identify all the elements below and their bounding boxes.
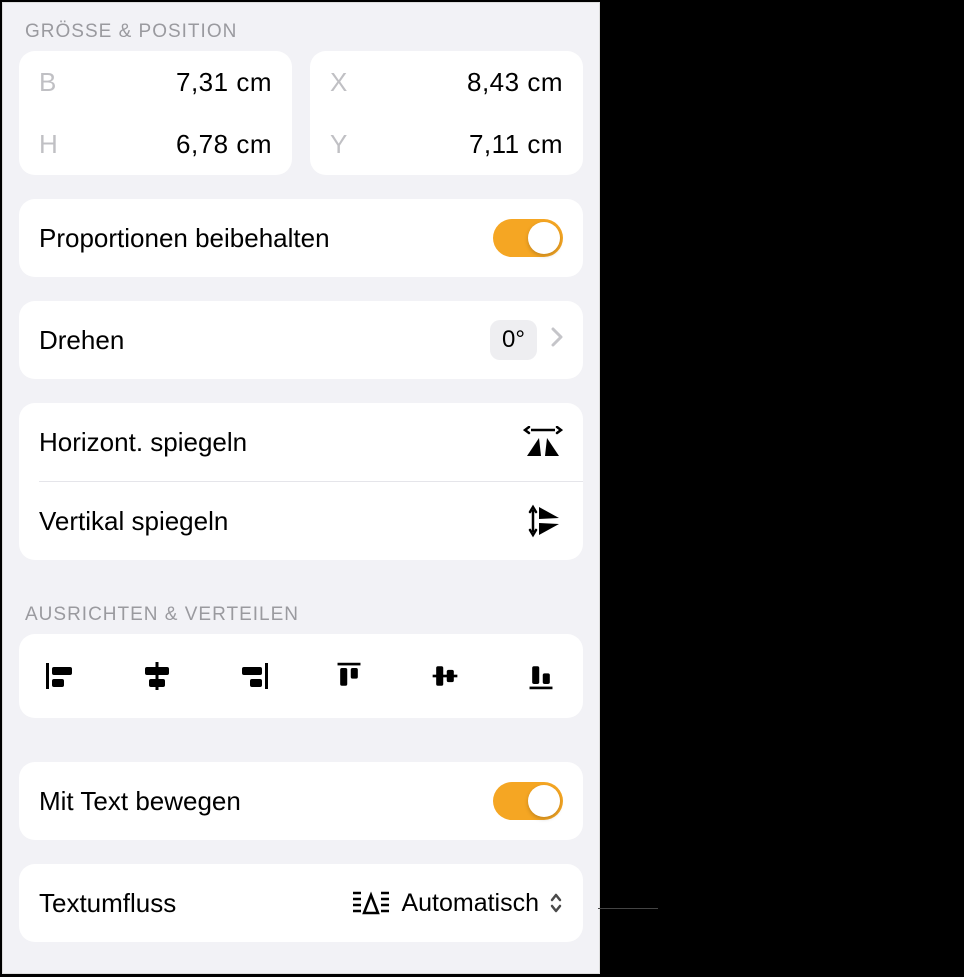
y-field[interactable]: Y 7,11 cm bbox=[330, 113, 563, 175]
align-card bbox=[19, 634, 583, 718]
constrain-label: Proportionen beibehalten bbox=[39, 223, 330, 254]
textwrap-icon bbox=[351, 889, 391, 917]
y-value: 7,11 cm bbox=[469, 129, 563, 160]
flip-horizontal-label: Horizont. spiegeln bbox=[39, 427, 247, 458]
height-field[interactable]: H 6,78 cm bbox=[39, 113, 272, 175]
stepper-icon bbox=[549, 892, 563, 914]
textwrap-row[interactable]: Textumfluss Automatisch bbox=[19, 864, 583, 942]
size-position-grid: B 7,31 cm H 6,78 cm X 8,43 cm Y 7,11 cm bbox=[19, 51, 583, 175]
flip-horizontal-row[interactable]: Horizont. spiegeln bbox=[19, 403, 583, 481]
size-column: B 7,31 cm H 6,78 cm bbox=[19, 51, 292, 175]
align-center-h-button[interactable] bbox=[135, 656, 179, 696]
flip-vertical-icon bbox=[523, 504, 563, 538]
movewithtext-label: Mit Text bewegen bbox=[39, 786, 241, 817]
constrain-card: Proportionen beibehalten bbox=[19, 199, 583, 277]
rotate-card: Drehen 0° bbox=[19, 301, 583, 379]
align-top-button[interactable] bbox=[327, 656, 371, 696]
inspector-panel: Größe & Position B 7,31 cm H 6,78 cm X 8… bbox=[2, 2, 600, 974]
position-column: X 8,43 cm Y 7,11 cm bbox=[310, 51, 583, 175]
movewithtext-row: Mit Text bewegen bbox=[19, 762, 583, 840]
textwrap-label: Textumfluss bbox=[39, 888, 176, 919]
rotate-value: 0° bbox=[490, 320, 537, 360]
x-key: X bbox=[330, 67, 347, 98]
flip-card: Horizont. spiegeln Vertikal spiegeln bbox=[19, 403, 583, 560]
x-field[interactable]: X 8,43 cm bbox=[330, 51, 563, 113]
rotate-label: Drehen bbox=[39, 325, 124, 356]
section-align-label: Ausrichten & Verteilen bbox=[25, 604, 583, 626]
height-value: 6,78 cm bbox=[176, 129, 272, 160]
align-center-v-button[interactable] bbox=[423, 656, 467, 696]
textwrap-card: Textumfluss Automatisch bbox=[19, 864, 583, 942]
align-right-button[interactable] bbox=[231, 656, 275, 696]
align-bottom-button[interactable] bbox=[519, 656, 563, 696]
chevron-right-icon bbox=[551, 326, 563, 354]
movewithtext-card: Mit Text bewegen bbox=[19, 762, 583, 840]
y-key: Y bbox=[330, 129, 347, 160]
width-key: B bbox=[39, 67, 56, 98]
height-key: H bbox=[39, 129, 58, 160]
width-value: 7,31 cm bbox=[176, 67, 272, 98]
width-field[interactable]: B 7,31 cm bbox=[39, 51, 272, 113]
flip-horizontal-icon bbox=[523, 426, 563, 458]
flip-vertical-row[interactable]: Vertikal spiegeln bbox=[19, 482, 583, 560]
constrain-row: Proportionen beibehalten bbox=[19, 199, 583, 277]
rotate-row[interactable]: Drehen 0° bbox=[19, 301, 583, 379]
movewithtext-toggle[interactable] bbox=[493, 782, 563, 820]
textwrap-value: Automatisch bbox=[401, 889, 539, 918]
rotate-value-group: 0° bbox=[490, 320, 563, 360]
callout-line bbox=[598, 908, 658, 909]
section-size-position-label: Größe & Position bbox=[25, 21, 583, 43]
align-left-button[interactable] bbox=[39, 656, 83, 696]
x-value: 8,43 cm bbox=[467, 67, 563, 98]
constrain-toggle[interactable] bbox=[493, 219, 563, 257]
flip-vertical-label: Vertikal spiegeln bbox=[39, 506, 228, 537]
